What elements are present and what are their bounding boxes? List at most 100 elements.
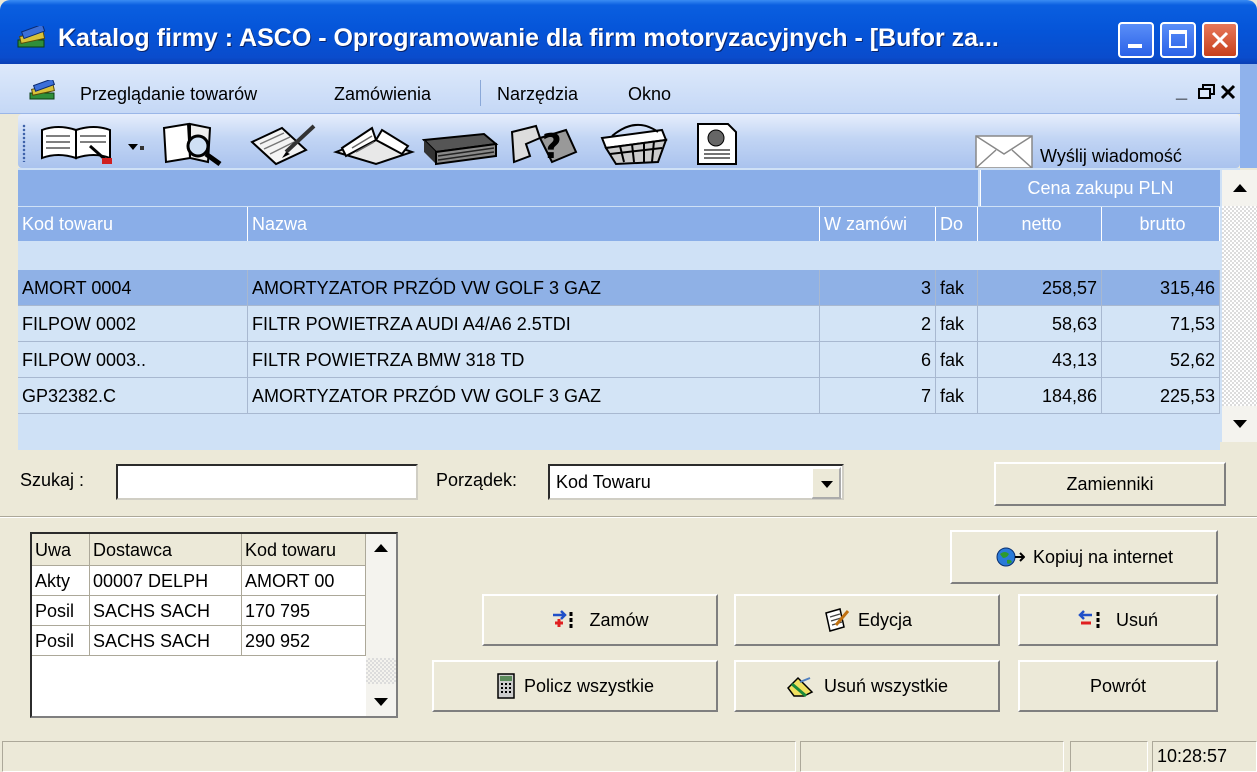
order-button[interactable]: Zamów bbox=[482, 594, 718, 646]
menu-separator bbox=[480, 80, 481, 106]
cell-nazwa[interactable]: FILTR POWIETRZA BMW 318 TD bbox=[248, 342, 820, 378]
supplier-cell[interactable]: SACHS SACH bbox=[90, 596, 242, 626]
supplier-cell[interactable]: 170 795 bbox=[242, 596, 366, 626]
section-divider bbox=[0, 516, 1257, 518]
supplier-cell[interactable]: Posil bbox=[32, 596, 90, 626]
envelope-icon[interactable] bbox=[972, 132, 1036, 172]
mdi-minimize-button[interactable]: _ bbox=[1176, 80, 1187, 103]
edit-button[interactable]: Edycja bbox=[734, 594, 1000, 646]
order-select[interactable]: Kod Towaru bbox=[548, 464, 844, 500]
cell-brutto[interactable]: 52,62 bbox=[1102, 342, 1220, 378]
cell-do[interactable]: fak bbox=[936, 342, 978, 378]
cell-kod[interactable]: AMORT 0004 bbox=[18, 270, 248, 306]
supplier-cell[interactable]: Akty bbox=[32, 566, 90, 596]
cell-nazwa[interactable]: AMORTYZATOR PRZÓD VW GOLF 3 GAZ bbox=[248, 378, 820, 414]
scroll-up-button[interactable] bbox=[1222, 170, 1257, 206]
supplier-cell[interactable]: 00007 DELPH bbox=[90, 566, 242, 596]
suppliers-scroll-up[interactable] bbox=[366, 534, 396, 564]
copy-internet-button[interactable]: Kopiuj na internet bbox=[950, 530, 1218, 584]
order-label: Porządek: bbox=[436, 470, 518, 490]
cell-brutto[interactable]: 71,53 bbox=[1102, 306, 1220, 342]
cell-kod[interactable]: GP32382.C bbox=[18, 378, 248, 414]
count-all-button[interactable]: Policz wszystkie bbox=[432, 660, 718, 712]
toolbar-overflow[interactable] bbox=[1240, 114, 1257, 168]
cell-kod[interactable]: FILPOW 0002 bbox=[18, 306, 248, 342]
column-header-do[interactable]: Do bbox=[936, 207, 978, 241]
cell-nazwa[interactable]: AMORTYZATOR PRZÓD VW GOLF 3 GAZ bbox=[248, 270, 820, 306]
back-button[interactable]: Powrót bbox=[1018, 660, 1218, 712]
cell-nazwa[interactable]: FILTR POWIETRZA AUDI A4/A6 2.5TDI bbox=[248, 306, 820, 342]
supplier-column-header[interactable]: Dostawca bbox=[90, 534, 242, 566]
cell-do[interactable]: fak bbox=[936, 270, 978, 306]
toolbar-grip[interactable] bbox=[22, 124, 26, 162]
magnifier-book-icon[interactable] bbox=[160, 122, 230, 166]
column-header-ilosc[interactable]: W zamówi bbox=[820, 207, 936, 241]
grid-scroll-track[interactable] bbox=[1222, 206, 1257, 406]
empty-row bbox=[18, 414, 1220, 450]
cell-do[interactable]: fak bbox=[936, 378, 978, 414]
cell-brutto[interactable]: 315,46 bbox=[1102, 270, 1220, 306]
cell-kod[interactable]: FILPOW 0003.. bbox=[18, 342, 248, 378]
cell-netto[interactable]: 184,86 bbox=[978, 378, 1102, 414]
delete-button[interactable]: Usuń bbox=[1018, 594, 1218, 646]
catalog-dropdown-arrow[interactable] bbox=[128, 144, 138, 150]
mdi-restore-button[interactable] bbox=[1198, 84, 1216, 100]
menu-zamowienia[interactable]: Zamówienia bbox=[334, 84, 431, 105]
cell-ilosc[interactable]: 7 bbox=[820, 378, 936, 414]
menu-przegladanie[interactable]: Przeglądanie towarów bbox=[80, 84, 257, 105]
supplier-column-header[interactable]: Uwa bbox=[32, 534, 90, 566]
column-header-kod[interactable]: Kod towaru bbox=[18, 207, 248, 241]
table-row[interactable]: GP32382.C AMORTYZATOR PRZÓD VW GOLF 3 GAZ… bbox=[18, 378, 1220, 414]
cell-netto[interactable]: 258,57 bbox=[978, 270, 1102, 306]
svg-text:?: ? bbox=[542, 127, 562, 166]
open-book-icon[interactable] bbox=[332, 122, 416, 166]
toolbar-separator bbox=[140, 146, 144, 150]
supplier-cell[interactable]: AMORT 00 bbox=[242, 566, 366, 596]
menu-narzedzia[interactable]: Narzędzia bbox=[497, 84, 578, 105]
ledger-icon[interactable] bbox=[420, 122, 500, 166]
supplier-cell[interactable]: Posil bbox=[32, 626, 90, 656]
maximize-button[interactable] bbox=[1160, 22, 1196, 58]
globe-icon bbox=[996, 547, 1025, 567]
replacements-button[interactable]: Zamienniki bbox=[994, 462, 1226, 506]
cell-ilosc[interactable]: 2 bbox=[820, 306, 936, 342]
order-label: Zamów bbox=[589, 609, 649, 630]
column-header-netto[interactable]: netto bbox=[978, 207, 1102, 241]
status-panel-2 bbox=[800, 741, 1064, 772]
cell-ilosc[interactable]: 3 bbox=[820, 270, 936, 306]
suppliers-scroll-track[interactable] bbox=[366, 658, 396, 684]
search-input[interactable] bbox=[116, 464, 418, 500]
mdi-close-button[interactable] bbox=[1220, 84, 1236, 100]
send-message-button[interactable]: Wyślij wiadomość bbox=[1040, 146, 1182, 167]
order-dropdown-button[interactable] bbox=[811, 467, 841, 499]
catalog-book-icon[interactable] bbox=[38, 122, 118, 166]
suppliers-scroll-down[interactable] bbox=[366, 686, 396, 716]
supplier-column-header[interactable]: Kod towaru bbox=[242, 534, 366, 566]
supplier-cell[interactable]: SACHS SACH bbox=[90, 626, 242, 656]
suppliers-scrollbar[interactable] bbox=[366, 534, 396, 716]
cell-netto[interactable]: 43,13 bbox=[978, 342, 1102, 378]
delete-all-button[interactable]: Usuń wszystkie bbox=[734, 660, 1000, 712]
cell-brutto[interactable]: 225,53 bbox=[1102, 378, 1220, 414]
window-title: Katalog firmy : ASCO - Oprogramowanie dl… bbox=[58, 24, 999, 52]
books-menu-icon bbox=[29, 80, 56, 100]
cell-netto[interactable]: 58,63 bbox=[978, 306, 1102, 342]
basket-icon[interactable] bbox=[596, 122, 676, 166]
menu-okno[interactable]: Okno bbox=[628, 84, 671, 105]
help-puzzle-icon[interactable]: ? bbox=[506, 122, 582, 166]
menu-overflow-strip bbox=[1240, 64, 1257, 114]
cell-do[interactable]: fak bbox=[936, 306, 978, 342]
table-row[interactable]: AMORT 0004 AMORTYZATOR PRZÓD VW GOLF 3 GA… bbox=[18, 270, 1220, 306]
document-globe-icon[interactable] bbox=[694, 122, 740, 166]
cell-ilosc[interactable]: 6 bbox=[820, 342, 936, 378]
table-row[interactable]: FILPOW 0003.. FILTR POWIETRZA BMW 318 TD 6… bbox=[18, 342, 1220, 378]
supplier-cell[interactable]: 290 952 bbox=[242, 626, 366, 656]
column-header-nazwa[interactable]: Nazwa bbox=[248, 207, 820, 241]
minimize-button[interactable] bbox=[1118, 22, 1154, 58]
column-header-brutto[interactable]: brutto bbox=[1102, 207, 1220, 241]
close-button[interactable] bbox=[1202, 22, 1238, 58]
table-row[interactable]: FILPOW 0002 FILTR POWIETRZA AUDI A4/A6 2.… bbox=[18, 306, 1220, 342]
notepad-pen-icon[interactable] bbox=[246, 122, 318, 166]
scroll-down-button[interactable] bbox=[1222, 406, 1257, 442]
status-panel-3 bbox=[1070, 741, 1148, 772]
